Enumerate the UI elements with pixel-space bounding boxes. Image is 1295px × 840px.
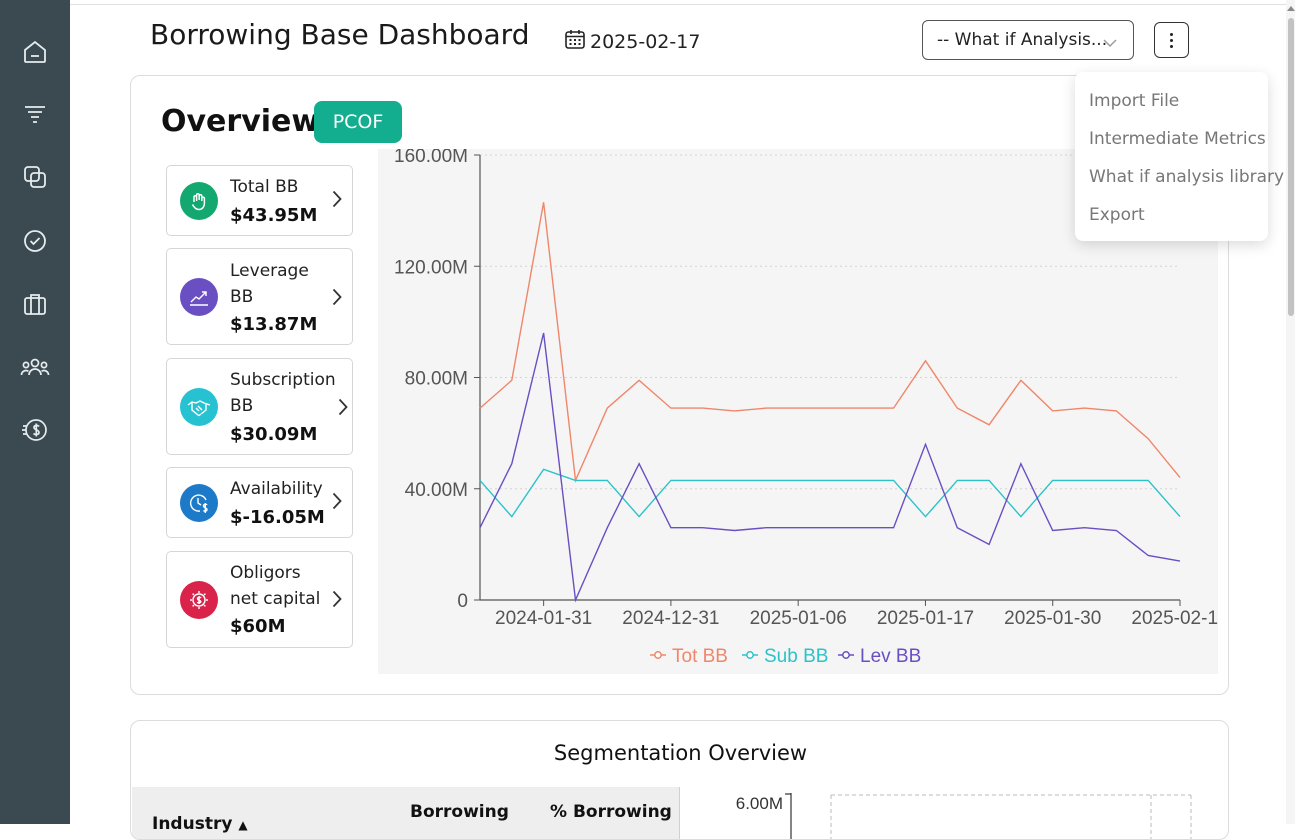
chevron-right-icon bbox=[332, 190, 342, 213]
series-line-sub-bb bbox=[479, 468, 1181, 518]
more-options-button[interactable] bbox=[1154, 22, 1189, 58]
segmentation-y-tick: 6.00M bbox=[736, 794, 783, 813]
what-if-analysis-select[interactable]: -- What if Analysis... bbox=[922, 20, 1134, 60]
top-divider bbox=[70, 4, 1288, 5]
kebab-dot bbox=[1170, 32, 1173, 36]
kebab-dot bbox=[1170, 44, 1173, 48]
chevron-right-icon bbox=[332, 288, 342, 311]
metric-label: Obligors bbox=[230, 563, 301, 583]
clock-dollar-icon bbox=[180, 484, 218, 522]
metric-value: $43.95M bbox=[230, 205, 318, 226]
date-picker[interactable]: 2025-02-17 bbox=[564, 28, 700, 55]
legend-marker bbox=[746, 651, 754, 659]
chevron-down-icon bbox=[1103, 33, 1117, 53]
series-line-lev-bb bbox=[479, 332, 1181, 603]
x-tick-label: 2025-01-30 bbox=[1004, 608, 1101, 629]
dollar-coin-icon[interactable] bbox=[20, 415, 50, 445]
sidebar bbox=[0, 0, 70, 824]
legend-label: Tot BB bbox=[672, 646, 728, 667]
menu-item-what-if-library[interactable]: What if analysis library bbox=[1075, 158, 1284, 196]
x-tick-label: 2025-01-06 bbox=[750, 608, 847, 629]
y-tick-label: 120.00M bbox=[394, 257, 468, 278]
metric-card-availability[interactable]: Availability $-16.05M bbox=[166, 467, 353, 538]
metric-card-subscription-bb[interactable]: Subscription BB $30.09M bbox=[166, 358, 353, 455]
chevron-right-icon bbox=[332, 590, 342, 613]
metric-value: $-16.05M bbox=[230, 507, 325, 528]
menu-item-intermediate-metrics[interactable]: Intermediate Metrics bbox=[1075, 120, 1268, 158]
metric-value: $30.09M bbox=[230, 424, 318, 445]
metric-label: BB bbox=[230, 287, 254, 307]
chevron-right-icon bbox=[332, 492, 342, 515]
series-line-tot-bb bbox=[479, 202, 1181, 484]
users-icon[interactable] bbox=[20, 353, 50, 383]
segmentation-table-header: Industry ▲ Borrowing % Borrowing bbox=[132, 787, 680, 839]
filter-icon[interactable] bbox=[20, 100, 50, 130]
metric-value: $13.87M bbox=[230, 314, 318, 335]
overview-title: Overview bbox=[161, 104, 320, 139]
y-tick-label: 0 bbox=[457, 591, 468, 612]
segmentation-title: Segmentation Overview bbox=[553, 741, 808, 765]
menu-item-export[interactable]: Export bbox=[1075, 196, 1268, 234]
pct-borrowing-column-header[interactable]: % Borrowing bbox=[550, 802, 672, 822]
segmentation-chart: 6.00M bbox=[736, 793, 1192, 839]
selected-date: 2025-02-17 bbox=[590, 30, 701, 53]
legend-label: Lev BB bbox=[860, 646, 921, 667]
gear-dollar-icon bbox=[180, 581, 218, 619]
metric-value: $60M bbox=[230, 616, 286, 637]
y-tick-label: 40.00M bbox=[405, 480, 468, 501]
menu-item-import-file[interactable]: Import File bbox=[1075, 82, 1268, 120]
fund-button-pcof[interactable]: PCOF bbox=[314, 101, 402, 143]
money-hand-icon bbox=[180, 182, 218, 220]
check-circle-icon[interactable] bbox=[20, 226, 50, 256]
y-tick-label: 80.00M bbox=[405, 369, 468, 390]
kebab-dot bbox=[1170, 38, 1173, 42]
metric-label: BB bbox=[230, 396, 254, 416]
x-tick-label: 2024-01-31 bbox=[495, 608, 592, 629]
y-tick-label: 160.00M bbox=[394, 149, 468, 167]
scroll-up-arrow-icon[interactable] bbox=[1287, 6, 1295, 11]
what-if-select-value: -- What if Analysis... bbox=[937, 30, 1108, 50]
scrollbar-thumb[interactable] bbox=[1288, 18, 1294, 316]
metric-label: Subscription bbox=[230, 370, 336, 390]
x-tick-label: 2025-01-17 bbox=[877, 608, 974, 629]
handshake-icon bbox=[180, 388, 218, 426]
metric-label: Availability bbox=[230, 479, 323, 499]
segmentation-card: Segmentation Overview Industry ▲ Borrowi… bbox=[130, 720, 1229, 840]
home-icon[interactable] bbox=[20, 37, 50, 67]
calendar-icon bbox=[564, 28, 586, 55]
leverage-chart-icon bbox=[180, 278, 218, 316]
metric-label: Leverage bbox=[230, 261, 309, 281]
options-menu: Import File Intermediate Metrics What if… bbox=[1075, 72, 1284, 241]
x-tick-label: 2024-12-31 bbox=[622, 608, 719, 629]
briefcase-icon[interactable] bbox=[20, 289, 50, 319]
page-title: Borrowing Base Dashboard bbox=[150, 18, 530, 51]
legend-marker bbox=[842, 651, 850, 659]
metric-card-leverage-bb[interactable]: Leverage BB $13.87M bbox=[166, 248, 353, 345]
legend-label: Sub BB bbox=[764, 646, 828, 667]
chevron-right-icon bbox=[338, 398, 348, 421]
x-tick-label: 2025-02-17 bbox=[1131, 608, 1218, 629]
metric-label: Total BB bbox=[230, 177, 299, 197]
borrowing-column-header[interactable]: Borrowing bbox=[410, 802, 509, 822]
legend-marker bbox=[654, 651, 662, 659]
industry-header-label: Industry bbox=[152, 814, 233, 834]
metric-card-obligors-net-capital[interactable]: Obligors net capital $60M bbox=[166, 551, 353, 648]
metric-card-total-bb[interactable]: Total BB $43.95M bbox=[166, 165, 353, 236]
sort-icon[interactable]: ▲ bbox=[238, 818, 247, 832]
industry-column-header[interactable]: Industry ▲ bbox=[152, 814, 248, 834]
documents-icon[interactable] bbox=[20, 162, 50, 192]
metric-label: net capital bbox=[230, 589, 321, 609]
